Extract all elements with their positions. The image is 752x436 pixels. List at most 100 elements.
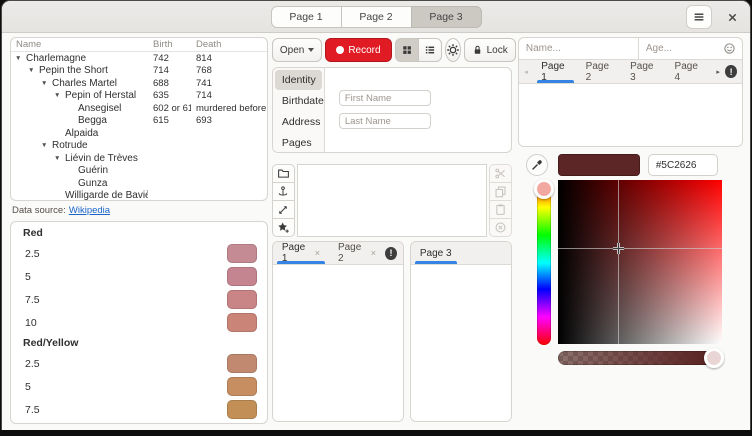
- identity-sidebar: Identity Birthdate Address Pages: [273, 68, 325, 152]
- cell-name: Pepin the Short: [39, 65, 108, 76]
- paste-button[interactable]: [489, 200, 512, 219]
- current-color-swatch: [558, 154, 640, 176]
- expander-icon[interactable]: ▼: [54, 155, 65, 162]
- expander-icon[interactable]: ▼: [28, 67, 39, 74]
- notebook-action-badge[interactable]: !: [725, 65, 737, 78]
- tab-page4[interactable]: Page 4: [667, 60, 711, 83]
- clear-button[interactable]: [489, 218, 512, 237]
- notebook-action-badge[interactable]: !: [385, 247, 397, 260]
- color-row[interactable]: 2.5: [11, 242, 267, 265]
- titlebar[interactable]: Page 1 Page 2 Page 3: [2, 1, 750, 33]
- text-editor-area[interactable]: [297, 164, 487, 237]
- color-row[interactable]: 10: [11, 311, 267, 334]
- list-view-toggle[interactable]: [418, 38, 442, 62]
- cell-birth: 688: [148, 77, 191, 90]
- tab-page1[interactable]: Page 1 ×: [273, 242, 329, 264]
- column-header-name[interactable]: Name: [11, 38, 148, 52]
- eyedropper-button[interactable]: [526, 154, 548, 176]
- hamburger-menu-button[interactable]: [686, 5, 712, 29]
- star-new-button[interactable]: [272, 218, 295, 237]
- cut-button[interactable]: [489, 164, 512, 183]
- tab-close-icon[interactable]: ×: [371, 248, 376, 258]
- first-name-field[interactable]: [339, 90, 431, 106]
- tab-page2[interactable]: Page 2 ×: [329, 242, 385, 264]
- anchor-icon: [277, 185, 289, 198]
- cell-birth: 714: [148, 65, 191, 78]
- cell-name: Charlemagne: [26, 53, 86, 64]
- cell-death: [191, 127, 267, 140]
- upload-button[interactable]: [272, 182, 295, 201]
- tabs-prev-button[interactable]: ◂: [519, 68, 533, 76]
- name-input[interactable]: [519, 38, 638, 59]
- color-swatch: [227, 244, 257, 263]
- color-row[interactable]: 7.5: [11, 398, 267, 421]
- color-swatch: [227, 313, 257, 332]
- column-header-birth[interactable]: Birth: [148, 38, 191, 52]
- tabs-next-button[interactable]: ▸: [711, 68, 725, 76]
- sidebar-item-address[interactable]: Address: [275, 112, 322, 132]
- grid-view-toggle[interactable]: [395, 38, 419, 62]
- cell-death: [191, 177, 267, 190]
- open-button[interactable]: Open: [272, 38, 322, 62]
- alpha-slider-handle[interactable]: [704, 348, 724, 368]
- record-button[interactable]: Record: [325, 38, 391, 62]
- alpha-slider[interactable]: [558, 351, 722, 365]
- wikipedia-link[interactable]: Wikipedia: [69, 205, 110, 216]
- color-row[interactable]: 10: [11, 421, 267, 424]
- color-label: 2.5: [25, 358, 40, 370]
- expander-icon[interactable]: ▼: [54, 92, 65, 99]
- notebook-left: Page 1 × Page 2 × !: [272, 241, 404, 422]
- clipboard-icon: [494, 203, 507, 216]
- color-row[interactable]: 5: [11, 375, 267, 398]
- lock-button[interactable]: Lock: [464, 38, 516, 62]
- titlebar-tab-page1[interactable]: Page 1: [271, 6, 342, 28]
- column-header-death[interactable]: Death: [191, 38, 267, 52]
- cell-birth: 635: [148, 90, 191, 103]
- window-close-button[interactable]: [724, 9, 740, 25]
- titlebar-tab-page2[interactable]: Page 2: [341, 6, 412, 28]
- color-swatch: [227, 354, 257, 373]
- sidebar-item-identity[interactable]: Identity: [275, 70, 322, 90]
- tab-page3[interactable]: Page 3: [622, 60, 666, 83]
- folder-icon: [277, 167, 290, 180]
- cell-death: 814: [191, 52, 267, 65]
- close-icon: [727, 12, 738, 23]
- expander-icon[interactable]: ▼: [41, 142, 52, 149]
- cell-birth: 602 or 610: [148, 102, 191, 115]
- tab-label: Page 1: [541, 61, 569, 83]
- last-name-field[interactable]: [339, 113, 431, 129]
- resize-button[interactable]: [272, 200, 295, 219]
- hue-slider-handle[interactable]: [534, 179, 554, 199]
- saturation-value-plane[interactable]: [558, 180, 722, 344]
- open-file-button[interactable]: [272, 164, 295, 183]
- right-panel-card: ◂ Page 1 Page 2 Page 3 Page 4 ▸ !: [518, 37, 743, 147]
- cell-name: Guérin: [78, 165, 108, 176]
- scissors-icon: [494, 167, 507, 180]
- tab-page1[interactable]: Page 1: [533, 60, 577, 83]
- color-row[interactable]: 7.5: [11, 288, 267, 311]
- tab-page2[interactable]: Page 2: [578, 60, 622, 83]
- cell-birth: [148, 127, 191, 140]
- emoji-picker-button[interactable]: [723, 42, 736, 55]
- tab-label: Page 3: [630, 61, 658, 83]
- cell-birth: [148, 165, 191, 178]
- tab-close-icon[interactable]: ×: [315, 248, 320, 258]
- hex-color-input[interactable]: [648, 154, 718, 176]
- expander-icon[interactable]: ▼: [41, 80, 52, 87]
- gear-icon: [446, 43, 460, 57]
- color-row[interactable]: 5: [11, 265, 267, 288]
- sidebar-item-pages[interactable]: Pages: [275, 133, 322, 153]
- hue-slider[interactable]: [537, 181, 551, 345]
- crosshair-cursor-icon[interactable]: [612, 242, 625, 255]
- expander-icon[interactable]: ▼: [15, 55, 26, 62]
- tab-page3[interactable]: Page 3: [411, 242, 461, 264]
- settings-button[interactable]: [445, 38, 461, 62]
- color-row[interactable]: 2.5: [11, 352, 267, 375]
- colors-section-header: Red: [11, 224, 267, 242]
- sidebar-item-birthdate[interactable]: Birthdate: [275, 91, 322, 111]
- cell-name: Willigarde de Bavière: [65, 190, 148, 201]
- copy-button[interactable]: [489, 182, 512, 201]
- tree-body: ▼Charlemagne 742 814 ▼Pepin the Short 71…: [11, 52, 267, 201]
- titlebar-tab-page3[interactable]: Page 3: [411, 6, 482, 28]
- cell-birth: 742: [148, 52, 191, 65]
